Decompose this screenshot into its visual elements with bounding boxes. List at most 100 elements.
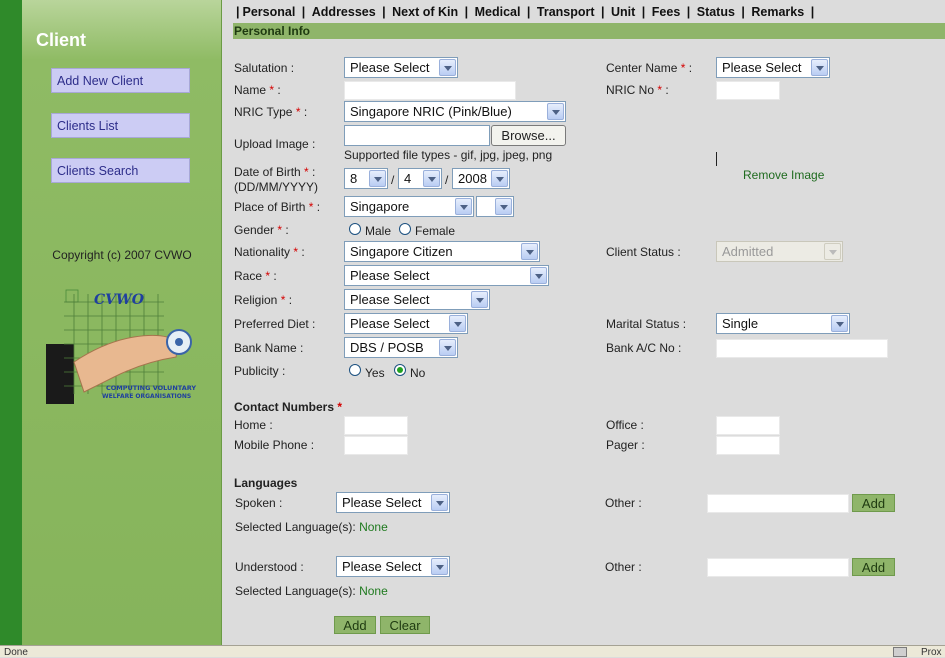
nric-type-select[interactable]: Singapore NRIC (Pink/Blue) [344, 101, 566, 122]
name-input[interactable] [344, 81, 516, 100]
pager-input[interactable] [716, 436, 780, 455]
cvwo-logo: CVWO COMPUTING VOLUNTARY WELFARE ORGANIS… [46, 289, 196, 404]
tab-bar: | Personal | Addresses | Next of Kin | Me… [236, 5, 815, 19]
chevron-down-icon [547, 103, 564, 120]
understood-language-select[interactable]: Please Select [336, 556, 450, 577]
nric-no-input[interactable] [716, 81, 780, 100]
pager-label: Pager : [606, 438, 645, 452]
dob-separator: / [391, 173, 395, 187]
left-accent-strip [0, 0, 22, 645]
nric-no-label: NRIC No * : [606, 83, 669, 97]
chevron-down-icon [439, 339, 456, 356]
preferred-diet-label: Preferred Diet : [234, 317, 316, 331]
center-name-label: Center Name * : [606, 61, 693, 75]
browse-button[interactable]: Browse... [491, 125, 566, 146]
name-label: Name * : [234, 83, 281, 97]
gender-male-label: Male [365, 224, 392, 238]
publicity-yes-radio[interactable] [349, 364, 361, 376]
add-client-button[interactable]: Add [334, 616, 376, 634]
spoken-language-select[interactable]: Please Select [336, 492, 450, 513]
chevron-down-icon [521, 243, 538, 260]
place-of-birth-sub-select[interactable] [476, 196, 514, 217]
remove-image-link[interactable]: Remove Image [743, 168, 824, 182]
nric-type-label: NRIC Type * : [234, 105, 308, 119]
chevron-down-icon [449, 315, 466, 332]
dob-day-select[interactable]: 8 [344, 168, 388, 189]
religion-label: Religion * : [234, 293, 293, 307]
chevron-down-icon [811, 59, 828, 76]
race-label: Race * : [234, 269, 277, 283]
spoken-other-label: Other : [605, 496, 642, 510]
dob-year-select[interactable]: 2008 [452, 168, 510, 189]
office-phone-input[interactable] [716, 416, 780, 435]
add-new-client-button[interactable]: Add New Client [51, 68, 190, 93]
gender-male-radio[interactable] [349, 223, 361, 235]
tab-status[interactable]: Status [697, 5, 735, 19]
bank-ac-no-input[interactable] [716, 339, 888, 358]
nationality-select[interactable]: Singapore Citizen [344, 241, 540, 262]
tab-addresses[interactable]: Addresses [312, 5, 376, 19]
nationality-label: Nationality * : [234, 245, 305, 259]
religion-select[interactable]: Please Select [344, 289, 490, 310]
publicity-no-radio[interactable] [394, 364, 406, 376]
mobile-phone-input[interactable] [344, 436, 408, 455]
dob-month-select[interactable]: 4 [398, 168, 442, 189]
place-of-birth-label: Place of Birth * : [234, 200, 321, 214]
sidebar-title: Client [36, 30, 87, 50]
marital-status-select[interactable]: Single [716, 313, 850, 334]
chevron-down-icon [431, 558, 448, 575]
place-of-birth-select[interactable]: Singapore [344, 196, 474, 217]
mobile-phone-label: Mobile Phone : [234, 438, 315, 452]
chevron-down-icon [491, 170, 508, 187]
add-understood-language-button[interactable]: Add [852, 558, 895, 576]
contact-numbers-heading: Contact Numbers * [234, 400, 343, 414]
tab-personal[interactable]: Personal [243, 5, 296, 19]
clients-search-button[interactable]: Clients Search [51, 158, 190, 183]
chevron-down-icon [431, 494, 448, 511]
upload-image-input[interactable] [344, 125, 490, 146]
understood-other-input[interactable] [707, 558, 849, 577]
chevron-down-icon [530, 267, 547, 284]
chevron-down-icon [824, 243, 841, 260]
client-status-label: Client Status : [606, 245, 681, 259]
bank-name-label: Bank Name : [234, 341, 304, 355]
clear-form-button[interactable]: Clear [380, 616, 430, 634]
chevron-down-icon [471, 291, 488, 308]
chevron-down-icon [831, 315, 848, 332]
svg-text:COMPUTING VOLUNTARY: COMPUTING VOLUNTARY [106, 384, 196, 392]
center-name-select[interactable]: Please Select [716, 57, 830, 78]
copyright-text: Copyright (c) 2007 CVWO [52, 248, 192, 262]
chevron-down-icon [439, 59, 456, 76]
sidebar: Client Add New Client Clients List Clien… [22, 0, 222, 645]
tab-unit[interactable]: Unit [611, 5, 635, 19]
tab-next-of-kin[interactable]: Next of Kin [392, 5, 458, 19]
dob-separator: / [445, 173, 449, 187]
publicity-no-label: No [410, 366, 426, 380]
bank-name-select[interactable]: DBS / POSB [344, 337, 458, 358]
browser-status-bar: Done Prox [0, 645, 945, 658]
section-title: Personal Info [234, 24, 311, 38]
svg-text:WELFARE ORGANISATIONS: WELFARE ORGANISATIONS [102, 393, 191, 400]
network-icon [893, 647, 907, 657]
spoken-other-input[interactable] [707, 494, 849, 513]
add-spoken-language-button[interactable]: Add [852, 494, 895, 512]
spoken-language-label: Spoken : [235, 496, 283, 510]
upload-image-label: Upload Image : [234, 137, 316, 151]
tab-fees[interactable]: Fees [652, 5, 681, 19]
gender-female-radio[interactable] [399, 223, 411, 235]
bank-ac-no-label: Bank A/C No : [606, 341, 682, 355]
clients-list-button[interactable]: Clients List [51, 113, 190, 138]
tab-transport[interactable]: Transport [537, 5, 595, 19]
chevron-down-icon [495, 198, 512, 215]
selected-understood-languages: Selected Language(s): None [235, 584, 388, 598]
tab-remarks[interactable]: Remarks [751, 5, 804, 19]
chevron-down-icon [423, 170, 440, 187]
preferred-diet-select[interactable]: Please Select [344, 313, 468, 334]
race-select[interactable]: Please Select [344, 265, 549, 286]
salutation-select[interactable]: Please Select [344, 57, 458, 78]
home-phone-input[interactable] [344, 416, 408, 435]
image-preview-placeholder [716, 152, 717, 166]
dob-label: Date of Birth * : [234, 165, 316, 179]
section-header-bar [233, 23, 945, 39]
tab-medical[interactable]: Medical [475, 5, 521, 19]
